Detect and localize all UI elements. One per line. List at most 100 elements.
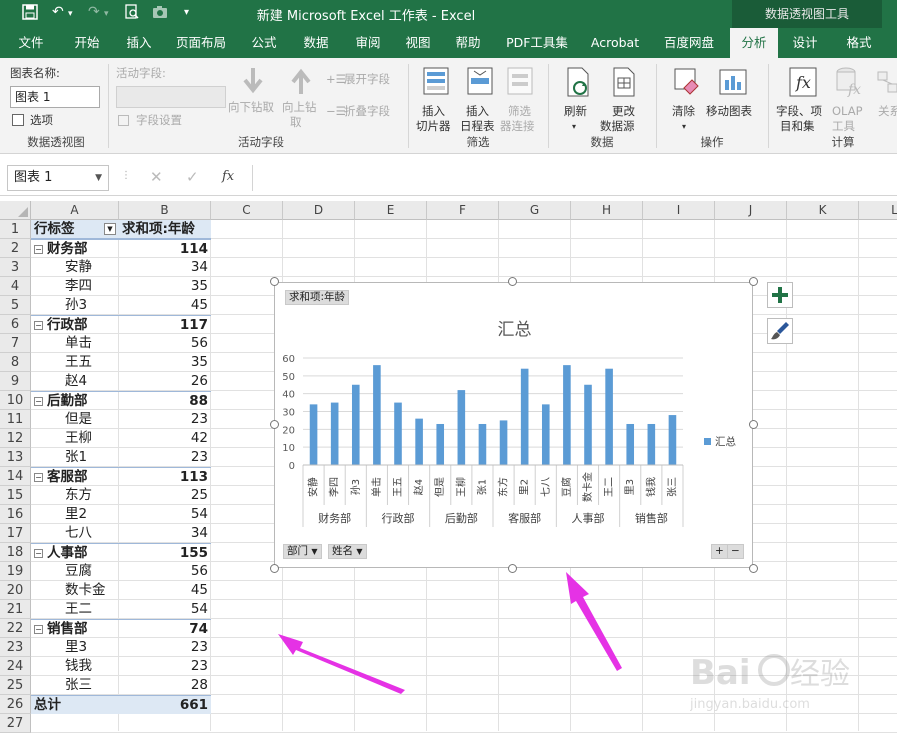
row-header-15[interactable]: 15 (0, 486, 31, 505)
tab-pdf-tools[interactable]: PDF工具集 (500, 28, 574, 58)
tab-review[interactable]: 审阅 (346, 28, 390, 58)
chart-bar[interactable] (584, 384, 592, 465)
pivot-item-label[interactable]: 赵4 (31, 372, 119, 391)
column-header-j[interactable]: J (715, 201, 787, 220)
pivot-item-value[interactable]: 56 (119, 562, 211, 581)
column-header-h[interactable]: H (571, 201, 643, 220)
select-all-corner[interactable] (0, 201, 31, 220)
pivot-item-value[interactable]: 34 (119, 524, 211, 543)
resize-handle-left[interactable] (270, 420, 279, 429)
chart-styles-button[interactable] (767, 318, 793, 344)
row-header-17[interactable]: 17 (0, 524, 31, 543)
collapse-group-icon[interactable]: − (34, 549, 43, 558)
pivot-item-value[interactable]: 26 (119, 372, 211, 391)
chart-bar[interactable] (436, 423, 445, 465)
pivot-item-label[interactable]: 孙3 (31, 296, 119, 315)
pivot-item-value[interactable]: 28 (119, 676, 211, 695)
options-button[interactable]: 选项 (12, 112, 102, 130)
row-labels-filter-dropdown-icon[interactable]: ▼ (104, 223, 116, 235)
pivot-item-value[interactable]: 54 (119, 505, 211, 524)
collapse-group-icon[interactable]: − (34, 321, 43, 330)
pivot-item-label[interactable]: 里2 (31, 505, 119, 524)
row-header-21[interactable]: 21 (0, 600, 31, 619)
pivot-group-label[interactable]: 人事部 − (31, 543, 119, 562)
row-header-19[interactable]: 19 (0, 562, 31, 581)
expand-entire-field-button[interactable]: + (711, 544, 728, 559)
pivot-values-header[interactable]: 求和项:年龄 (119, 220, 211, 239)
chart-bar[interactable] (668, 415, 677, 465)
column-header-i[interactable]: I (643, 201, 715, 220)
collapse-group-icon[interactable]: − (34, 397, 43, 406)
tab-analyze[interactable]: 分析 (730, 28, 778, 58)
row-header-23[interactable]: 23 (0, 638, 31, 657)
row-header-25[interactable]: 25 (0, 676, 31, 695)
tab-view[interactable]: 视图 (396, 28, 440, 58)
pivot-item-value[interactable]: 23 (119, 410, 211, 429)
tab-home[interactable]: 开始 (64, 28, 110, 58)
pivot-item-label[interactable]: 里3 (31, 638, 119, 657)
row-header-8[interactable]: 8 (0, 353, 31, 372)
row-header-27[interactable]: 27 (0, 714, 31, 733)
column-header-k[interactable]: K (787, 201, 859, 220)
column-header-a[interactable]: A (31, 201, 119, 220)
pivot-item-label[interactable]: 但是 (31, 410, 119, 429)
name-box[interactable]: 图表 1 ▼ (7, 165, 109, 191)
tab-data[interactable]: 数据 (294, 28, 338, 58)
chart-bar[interactable] (373, 365, 381, 465)
row-header-12[interactable]: 12 (0, 429, 31, 448)
chart-bar[interactable] (457, 390, 466, 465)
column-header-d[interactable]: D (283, 201, 355, 220)
resize-handle-top-right[interactable] (749, 277, 758, 286)
pivot-group-label[interactable]: 客服部 − (31, 467, 119, 486)
column-header-c[interactable]: C (211, 201, 283, 220)
chart-bar[interactable] (541, 404, 550, 465)
tab-design[interactable]: 设计 (782, 28, 828, 58)
row-header-26[interactable]: 26 (0, 695, 31, 714)
cancel-icon[interactable]: ✕ (150, 168, 163, 186)
pivot-group-value[interactable]: 88 (119, 391, 211, 410)
pivot-group-value[interactable]: 155 (119, 543, 211, 562)
chart-bar[interactable] (520, 368, 529, 465)
pivot-group-value[interactable]: 114 (119, 239, 211, 258)
tab-acrobat[interactable]: Acrobat (586, 28, 644, 58)
chart-bar[interactable] (415, 418, 423, 465)
row-header-24[interactable]: 24 (0, 657, 31, 676)
tab-insert[interactable]: 插入 (116, 28, 162, 58)
row-header-5[interactable]: 5 (0, 296, 31, 315)
pivot-item-value[interactable]: 23 (119, 638, 211, 657)
collapse-group-icon[interactable]: − (34, 625, 43, 634)
chart-bar[interactable] (605, 368, 613, 465)
refresh-button[interactable]: 刷新 ▾ (556, 64, 600, 134)
chart-bar[interactable] (563, 365, 571, 465)
resize-handle-top[interactable] (508, 277, 517, 286)
pivot-row-labels-header[interactable]: 行标签 ▼ (31, 220, 119, 239)
pivot-item-value[interactable]: 45 (119, 581, 211, 600)
column-header-f[interactable]: F (427, 201, 499, 220)
clear-button[interactable]: 清除 ▾ (664, 64, 706, 134)
pivot-item-value[interactable]: 25 (119, 486, 211, 505)
pivot-item-value[interactable]: 35 (119, 277, 211, 296)
pivot-item-label[interactable]: 七八 (31, 524, 119, 543)
column-header-e[interactable]: E (355, 201, 427, 220)
pivot-item-label[interactable]: 张1 (31, 448, 119, 467)
row-header-14[interactable]: 14 (0, 467, 31, 486)
tab-baidu-netdisk[interactable]: 百度网盘 (656, 28, 722, 58)
row-header-4[interactable]: 4 (0, 277, 31, 296)
pivot-group-label[interactable]: 销售部 − (31, 619, 119, 638)
chart-bar[interactable] (351, 384, 360, 465)
axis-field-button-name[interactable]: 姓名 ▼ (328, 544, 367, 559)
chart-bar[interactable] (394, 402, 402, 465)
pivot-item-label[interactable]: 钱我 (31, 657, 119, 676)
pivot-item-value[interactable]: 45 (119, 296, 211, 315)
pivot-item-value[interactable]: 54 (119, 600, 211, 619)
resize-handle-right[interactable] (749, 420, 758, 429)
chart-elements-button[interactable] (767, 282, 793, 308)
relationships-button[interactable]: 关系 (870, 64, 897, 124)
tab-file[interactable]: 文件 (8, 28, 54, 58)
column-header-l[interactable]: L (859, 201, 897, 220)
pivot-group-label[interactable]: 后勤部 − (31, 391, 119, 410)
pivot-group-value[interactable]: 117 (119, 315, 211, 334)
resize-handle-bottom-left[interactable] (270, 564, 279, 573)
pivot-item-label[interactable]: 李四 (31, 277, 119, 296)
pivot-item-label[interactable]: 安静 (31, 258, 119, 277)
